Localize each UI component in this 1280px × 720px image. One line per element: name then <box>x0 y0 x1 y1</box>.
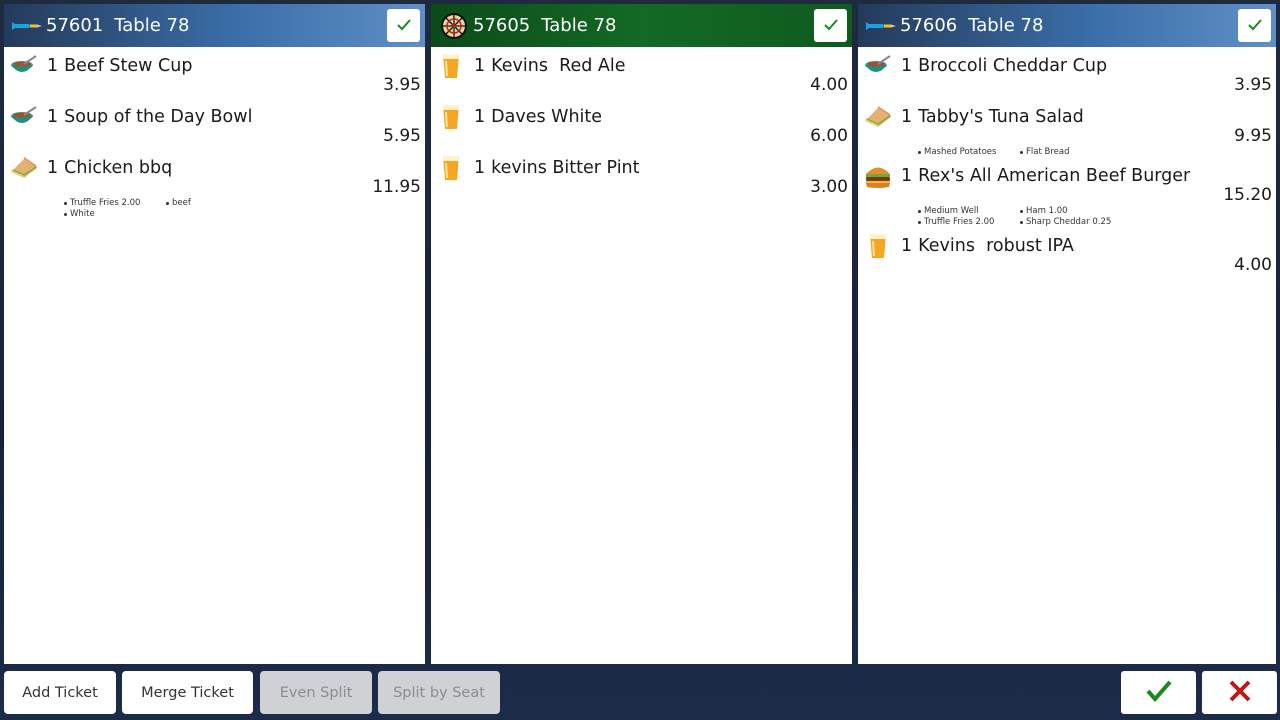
list-item[interactable]: 1 Kevins Red Ale 4.00 <box>435 51 848 96</box>
sandwich-icon <box>862 102 894 132</box>
modifier: White <box>64 209 166 219</box>
ticket-number: 57606 <box>900 15 958 36</box>
item-qty: 1 <box>47 56 59 76</box>
modifier: Ham 1.00 <box>1020 206 1130 216</box>
checkmark-icon <box>396 15 411 36</box>
ticket-57606[interactable]: 57606 Table 78 1 Broccoli Cheddar Cup 3.9… <box>858 4 1276 664</box>
item-name: Tabby's Tuna Salad <box>918 107 1084 127</box>
list-item[interactable]: 1 Daves White 6.00 <box>435 102 848 147</box>
merge-ticket-button[interactable]: Merge Ticket <box>122 671 253 714</box>
modifier: Medium Well <box>918 206 1020 216</box>
split-by-seat-button[interactable]: Split by Seat <box>378 671 500 714</box>
item-qty: 1 <box>901 107 913 127</box>
item-name: Beef Stew Cup <box>64 56 193 76</box>
ticket-items: 1 Kevins Red Ale 4.00 1 Daves White 6.00… <box>431 47 852 198</box>
cancel-button[interactable] <box>1202 671 1277 714</box>
add-ticket-button[interactable]: Add Ticket <box>4 671 116 714</box>
ticket-table: Table 78 <box>541 15 617 36</box>
soup-icon <box>8 51 40 81</box>
list-item[interactable]: 1 Tabby's Tuna Salad 9.95 Mashed Potatoe… <box>862 102 1272 161</box>
list-item[interactable]: 1 Beef Stew Cup 3.95 <box>8 51 421 96</box>
list-item[interactable]: 1 Broccoli Cheddar Cup 3.95 <box>862 51 1272 96</box>
item-name: Kevins robust IPA <box>918 236 1074 256</box>
checkmark-icon <box>1247 15 1262 36</box>
item-price: 4.00 <box>1234 255 1272 275</box>
modifier: Truffle Fries 2.00 <box>64 198 166 208</box>
item-qty: 1 <box>474 107 486 127</box>
ticket-table: Table 78 <box>968 15 1044 36</box>
ticket-57601[interactable]: 57601 Table 78 1 Beef Stew Cup 3.95 1 Sou… <box>4 4 425 664</box>
select-ticket-button[interactable] <box>814 9 847 42</box>
item-price: 3.95 <box>1234 75 1272 95</box>
list-item[interactable]: 1 kevins Bitter Pint 3.00 <box>435 153 848 198</box>
list-item[interactable]: 1 Rex's All American Beef Burger 15.20 M… <box>862 161 1272 231</box>
item-qty: 1 <box>474 56 486 76</box>
item-modifiers: Mashed Potatoes Flat Bread <box>918 147 1272 161</box>
ticket-number: 57601 <box>46 15 104 36</box>
item-price: 11.95 <box>372 177 421 197</box>
modifier: beef <box>166 198 276 208</box>
ticket-items: 1 Broccoli Cheddar Cup 3.95 1 Tabby's Tu… <box>858 47 1276 276</box>
item-name: kevins Bitter Pint <box>491 158 640 178</box>
list-item[interactable]: 1 Chicken bbq 11.95 Truffle Fries 2.00 b… <box>8 153 421 223</box>
dart-icon <box>12 11 42 41</box>
beer-icon <box>435 102 467 132</box>
ticket-header[interactable]: 57606 Table 78 <box>858 4 1276 47</box>
item-price: 5.95 <box>383 126 421 146</box>
item-modifiers: Truffle Fries 2.00 beef White <box>64 198 421 223</box>
ticket-number: 57605 <box>473 15 531 36</box>
modifier: Mashed Potatoes <box>918 147 1020 157</box>
soup-icon <box>8 102 40 132</box>
beer-icon <box>862 231 894 261</box>
burger-icon <box>862 161 894 191</box>
beer-icon <box>435 153 467 183</box>
item-price: 3.95 <box>383 75 421 95</box>
item-modifiers: Medium Well Ham 1.00 Truffle Fries 2.00 … <box>918 206 1272 231</box>
item-name: Broccoli Cheddar Cup <box>918 56 1108 76</box>
checkmark-icon <box>823 15 838 36</box>
select-ticket-button[interactable] <box>387 9 420 42</box>
dartboard-icon <box>439 11 469 41</box>
item-price: 6.00 <box>810 126 848 146</box>
item-qty: 1 <box>901 56 913 76</box>
list-item[interactable]: 1 Soup of the Day Bowl 5.95 <box>8 102 421 147</box>
modifier: Flat Bread <box>1020 147 1130 157</box>
modifier: Truffle Fries 2.00 <box>918 217 1020 227</box>
soup-icon <box>862 51 894 81</box>
even-split-button[interactable]: Even Split <box>260 671 372 714</box>
ticket-header[interactable]: 57605 Table 78 <box>431 4 852 47</box>
item-qty: 1 <box>47 158 59 178</box>
item-price: 15.20 <box>1223 185 1272 205</box>
item-qty: 1 <box>901 166 913 186</box>
modifier: Sharp Cheddar 0.25 <box>1020 217 1130 227</box>
item-name: Rex's All American Beef Burger <box>918 166 1191 186</box>
item-qty: 1 <box>47 107 59 127</box>
item-price: 3.00 <box>810 177 848 197</box>
item-name: Chicken bbq <box>64 158 173 178</box>
ticket-header[interactable]: 57601 Table 78 <box>4 4 425 47</box>
item-name: Soup of the Day Bowl <box>64 107 253 127</box>
item-qty: 1 <box>901 236 913 256</box>
checkmark-icon <box>1145 680 1172 706</box>
select-ticket-button[interactable] <box>1238 9 1271 42</box>
sandwich-icon <box>8 153 40 183</box>
ticket-table: Table 78 <box>114 15 190 36</box>
item-qty: 1 <box>474 158 486 178</box>
ticket-items: 1 Beef Stew Cup 3.95 1 Soup of the Day B… <box>4 47 425 223</box>
confirm-button[interactable] <box>1121 671 1196 714</box>
item-price: 9.95 <box>1234 126 1272 146</box>
item-price: 4.00 <box>810 75 848 95</box>
beer-icon <box>435 51 467 81</box>
close-icon <box>1228 679 1252 707</box>
item-name: Kevins Red Ale <box>491 56 626 76</box>
ticket-57605[interactable]: 57605 Table 78 1 Kevins Red Ale 4.00 1 Da… <box>431 4 852 664</box>
item-name: Daves White <box>491 107 603 127</box>
dart-icon <box>866 11 896 41</box>
list-item[interactable]: 1 Kevins robust IPA 4.00 <box>862 231 1272 276</box>
